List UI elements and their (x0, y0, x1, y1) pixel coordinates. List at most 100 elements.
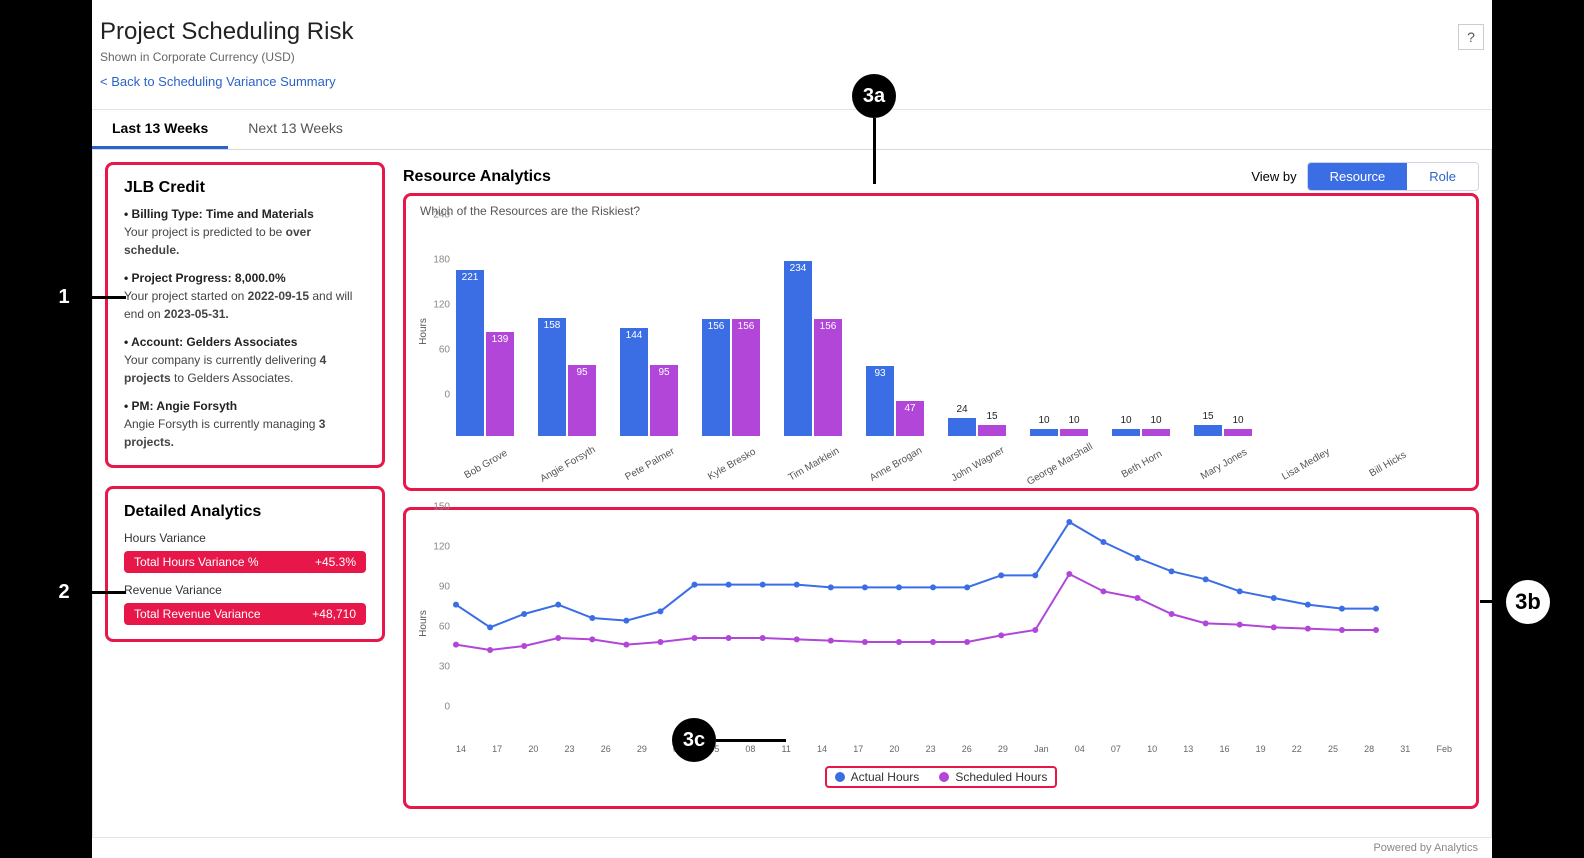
line-point[interactable] (964, 584, 970, 590)
line-point[interactable] (1100, 539, 1106, 545)
line-point[interactable] (930, 584, 936, 590)
line-point[interactable] (623, 618, 629, 624)
line-point[interactable] (1066, 519, 1072, 525)
line-point[interactable] (1032, 627, 1038, 633)
line-point[interactable] (964, 639, 970, 645)
bar[interactable]: 95 (568, 365, 596, 436)
line-point[interactable] (1271, 624, 1277, 630)
bar[interactable]: 15 (1194, 425, 1222, 436)
line-point[interactable] (998, 632, 1004, 638)
line-point[interactable] (589, 636, 595, 642)
line-point[interactable] (930, 639, 936, 645)
line-x-tick: 22 (1292, 744, 1302, 754)
bar[interactable]: 15 (978, 425, 1006, 436)
bar[interactable]: 10 (1112, 429, 1140, 437)
view-by-role-button[interactable]: Role (1407, 163, 1478, 190)
line-point[interactable] (726, 635, 732, 641)
line-point[interactable] (1305, 626, 1311, 632)
line-point[interactable] (589, 615, 595, 621)
hours-variance-kpi[interactable]: Total Hours Variance % +45.3% (124, 551, 366, 573)
line-point[interactable] (1237, 622, 1243, 628)
line-point[interactable] (453, 642, 459, 648)
billing-row: • Billing Type: Time and Materials (124, 207, 366, 221)
bar[interactable]: 10 (1030, 429, 1058, 437)
powered-by-footer: Powered by Analytics (92, 838, 1492, 858)
line-point[interactable] (828, 638, 834, 644)
bar[interactable]: 95 (650, 365, 678, 436)
line-point[interactable] (692, 582, 698, 588)
line-point[interactable] (657, 639, 663, 645)
line-point[interactable] (1169, 568, 1175, 574)
bar[interactable]: 47 (896, 401, 924, 436)
line-x-tick: 17 (853, 744, 863, 754)
line-point[interactable] (1373, 606, 1379, 612)
line-x-tick: 10 (1147, 744, 1157, 754)
line-point[interactable] (521, 643, 527, 649)
line-point[interactable] (1066, 571, 1072, 577)
line-series[interactable] (456, 522, 1376, 627)
bar[interactable]: 10 (1224, 429, 1252, 437)
line-point[interactable] (453, 602, 459, 608)
line-point[interactable] (726, 582, 732, 588)
line-point[interactable] (521, 611, 527, 617)
view-by-resource-button[interactable]: Resource (1308, 163, 1408, 190)
tab-last-13-weeks[interactable]: Last 13 Weeks (92, 110, 228, 149)
line-point[interactable] (487, 624, 493, 630)
line-point[interactable] (1237, 588, 1243, 594)
line-point[interactable] (1203, 576, 1209, 582)
back-link[interactable]: < Back to Scheduling Variance Summary (100, 74, 336, 89)
line-point[interactable] (1339, 627, 1345, 633)
line-x-tick: 23 (565, 744, 575, 754)
help-button[interactable]: ? (1458, 24, 1484, 50)
bar[interactable]: 10 (1142, 429, 1170, 437)
line-x-tick: 14 (456, 744, 466, 754)
bar[interactable]: 234 (784, 261, 812, 437)
line-point[interactable] (1339, 606, 1345, 612)
line-point[interactable] (1271, 595, 1277, 601)
callout-2: 2 (42, 570, 86, 614)
legend-actual: Actual Hours (835, 770, 920, 784)
bar[interactable]: 156 (702, 319, 730, 436)
view-by-toggle: Resource Role (1307, 162, 1479, 191)
line-point[interactable] (1373, 627, 1379, 633)
line-point[interactable] (862, 584, 868, 590)
revenue-variance-kpi[interactable]: Total Revenue Variance +48,710 (124, 603, 366, 625)
line-x-tick: 16 (1219, 744, 1229, 754)
line-point[interactable] (1169, 611, 1175, 617)
line-legend: Actual Hours Scheduled Hours (825, 766, 1058, 788)
line-point[interactable] (794, 636, 800, 642)
line-point[interactable] (862, 639, 868, 645)
line-point[interactable] (1134, 555, 1140, 561)
line-point[interactable] (657, 608, 663, 614)
bar[interactable]: 10 (1060, 429, 1088, 437)
line-point[interactable] (555, 635, 561, 641)
line-point[interactable] (1100, 588, 1106, 594)
line-point[interactable] (794, 582, 800, 588)
line-point[interactable] (760, 582, 766, 588)
bar[interactable]: 158 (538, 318, 566, 437)
bar[interactable]: 156 (814, 319, 842, 436)
line-point[interactable] (487, 647, 493, 653)
bar[interactable]: 93 (866, 366, 894, 436)
line-point[interactable] (1032, 572, 1038, 578)
line-point[interactable] (692, 635, 698, 641)
line-point[interactable] (760, 635, 766, 641)
bar[interactable]: 221 (456, 270, 484, 436)
line-point[interactable] (1305, 602, 1311, 608)
tab-next-13-weeks[interactable]: Next 13 Weeks (228, 110, 363, 149)
bar[interactable]: 156 (732, 319, 760, 436)
bar[interactable]: 144 (620, 328, 648, 436)
line-point[interactable] (896, 584, 902, 590)
line-point[interactable] (623, 642, 629, 648)
line-point[interactable] (1203, 620, 1209, 626)
line-x-tick: 17 (492, 744, 502, 754)
line-point[interactable] (998, 572, 1004, 578)
bar[interactable]: 24 (948, 418, 976, 436)
line-x-tick: 28 (1364, 744, 1374, 754)
line-point[interactable] (555, 602, 561, 608)
line-x-tick: 26 (962, 744, 972, 754)
bar[interactable]: 139 (486, 332, 514, 436)
line-point[interactable] (828, 584, 834, 590)
line-point[interactable] (896, 639, 902, 645)
line-point[interactable] (1134, 595, 1140, 601)
